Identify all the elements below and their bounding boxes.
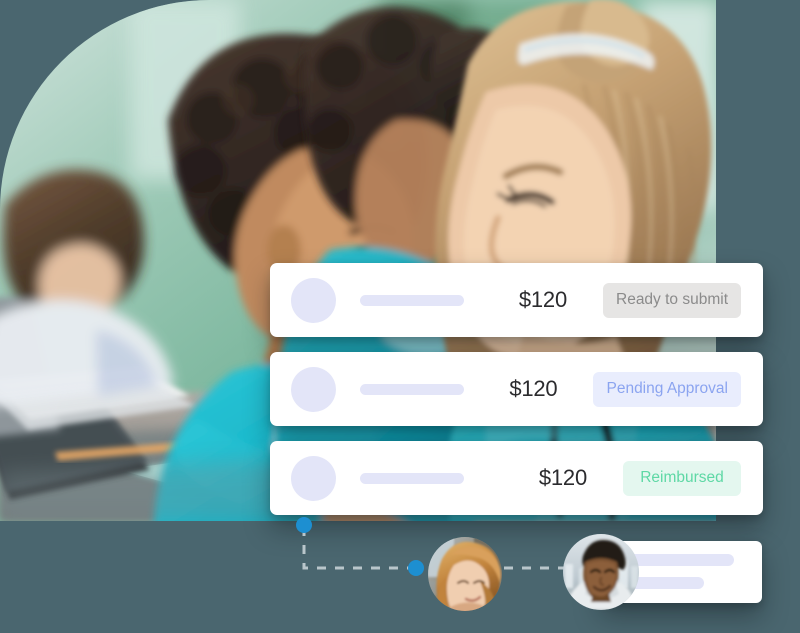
expense-card-list: $120 Ready to submit $120 Pending Approv… (270, 263, 763, 515)
description-placeholder-bar (360, 294, 464, 306)
illustration-stage: $120 Ready to submit $120 Pending Approv… (0, 0, 800, 633)
status-badge[interactable]: Reimbursed (623, 460, 741, 496)
avatar-man[interactable] (563, 534, 639, 610)
expense-amount: $120 (518, 287, 567, 312)
avatar-placeholder-icon (291, 366, 336, 412)
avatar-placeholder-icon (291, 455, 336, 501)
description-placeholder-bar (360, 383, 464, 395)
status-badge[interactable]: Ready to submit (603, 282, 741, 318)
expense-amount: $120 (509, 376, 558, 401)
flow-dot-origin (296, 517, 312, 533)
expense-card[interactable]: $120 Ready to submit (270, 263, 763, 337)
avatar-woman[interactable] (428, 537, 502, 611)
expense-card[interactable]: $120 Pending Approval (270, 352, 763, 426)
expense-card[interactable]: $120 Reimbursed (270, 441, 763, 515)
avatar-placeholder-icon (291, 277, 336, 323)
status-badge[interactable]: Pending Approval (593, 371, 741, 407)
flow-dot-midpoint (408, 560, 424, 576)
expense-amount: $120 (538, 465, 587, 490)
description-placeholder-bar (360, 472, 464, 484)
